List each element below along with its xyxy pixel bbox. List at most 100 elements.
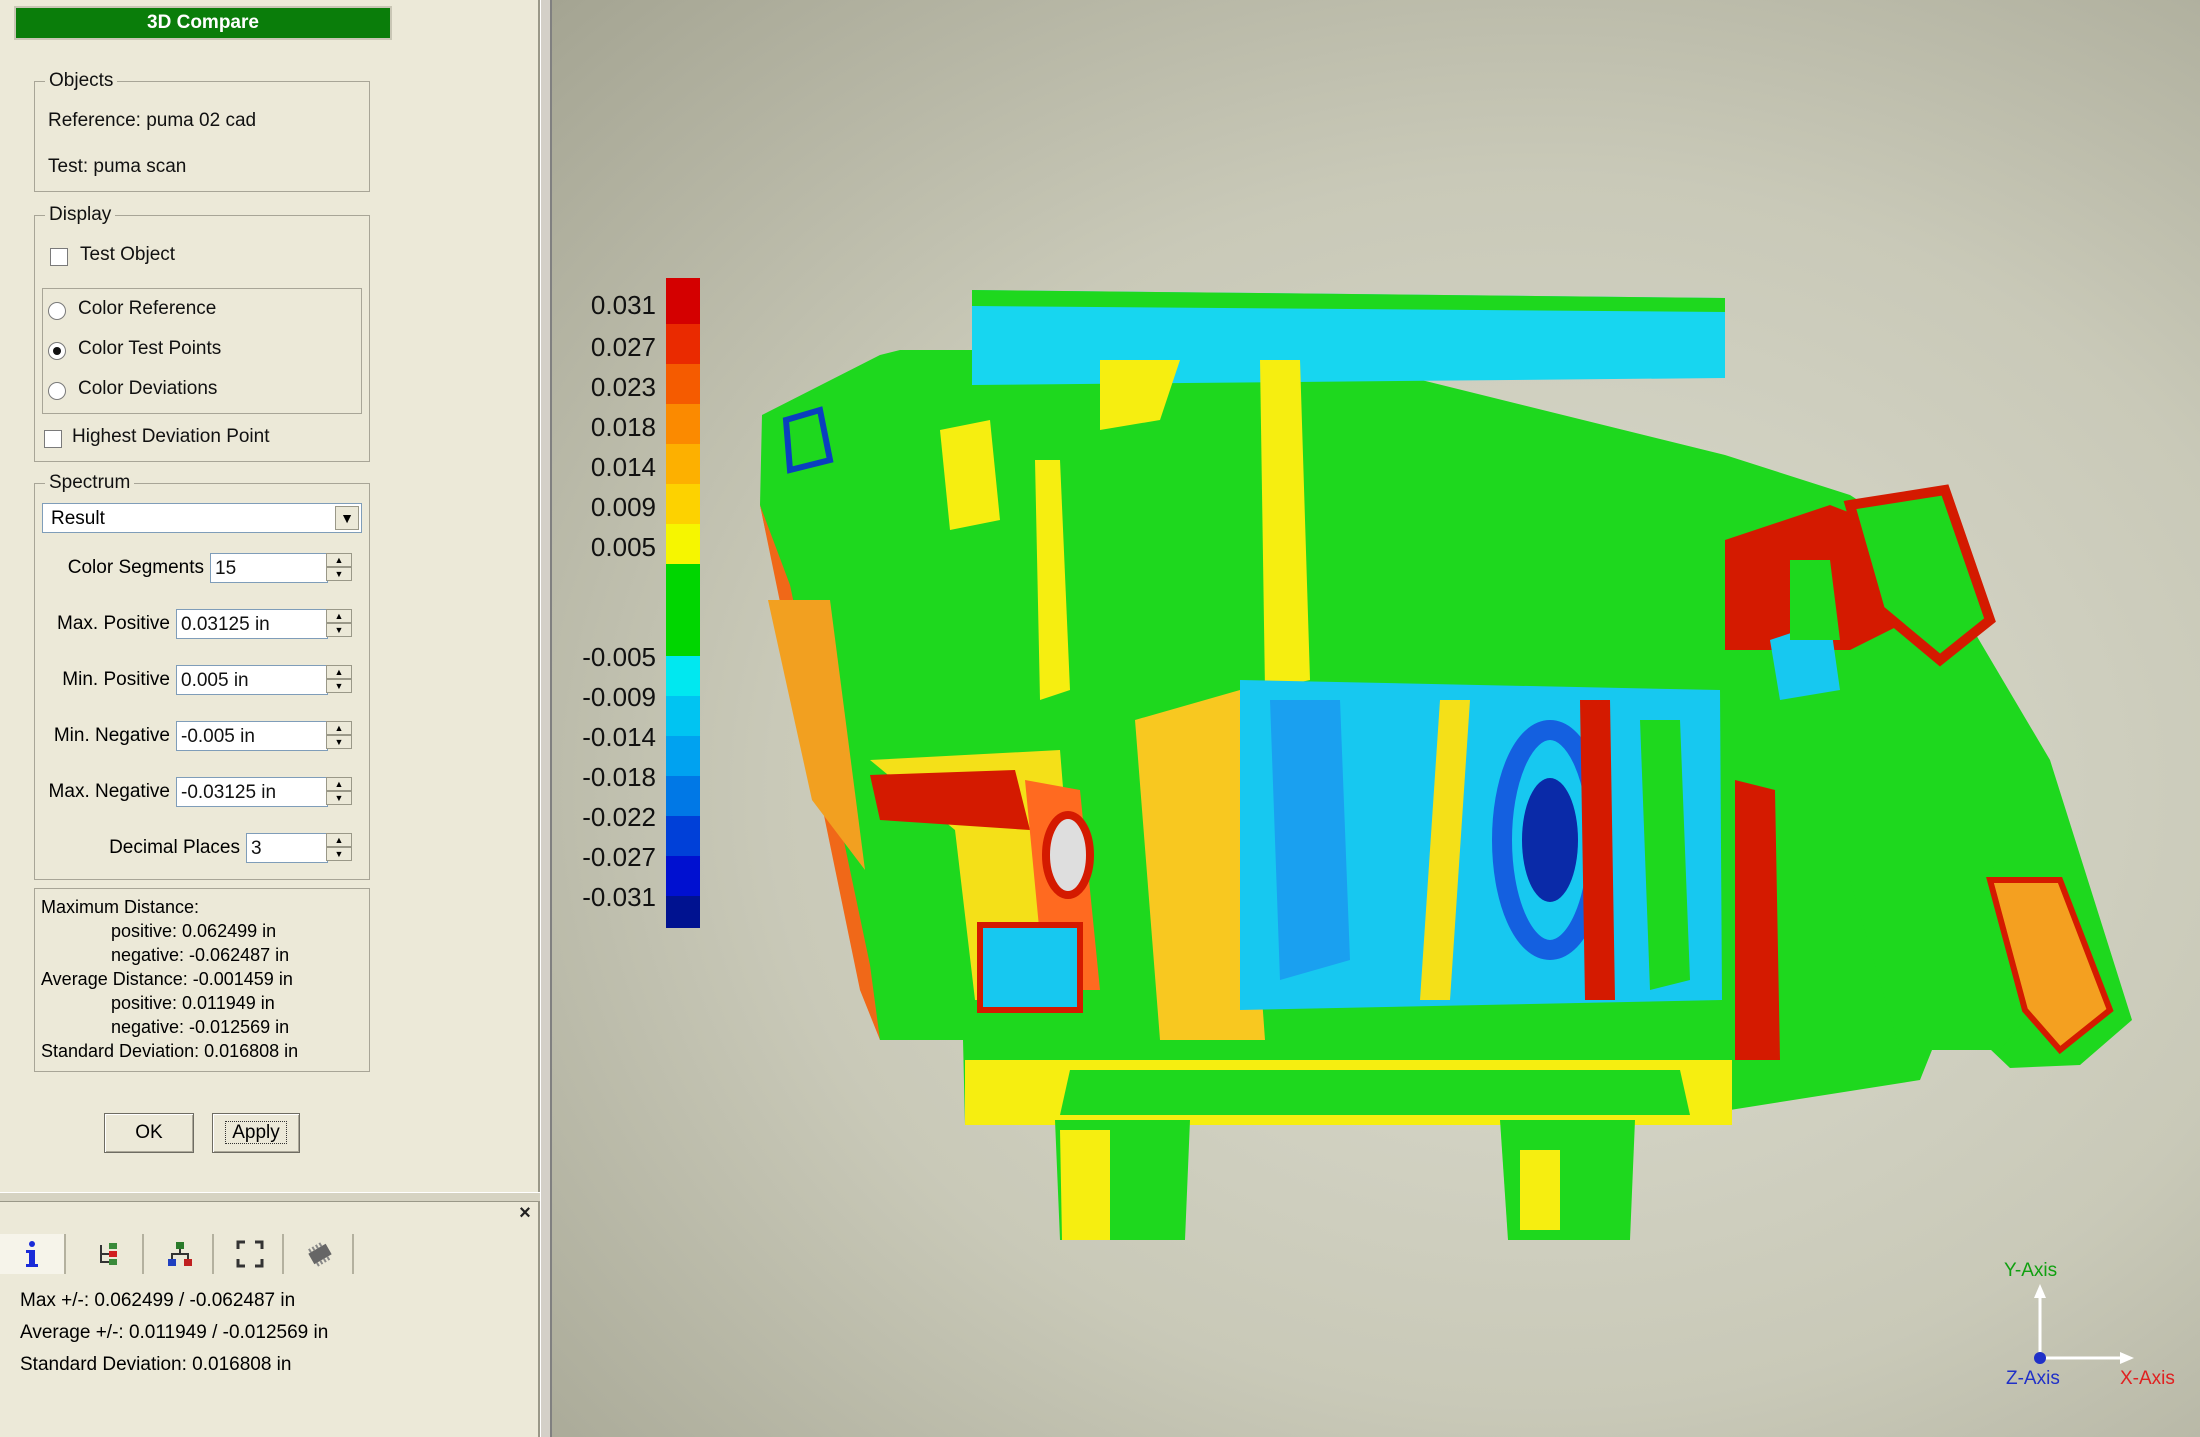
max-positive-row: Max. Positive 0.03125 in ▲ ▼ <box>0 609 360 639</box>
color-reference-label: Color Reference <box>78 298 217 319</box>
color-scale-segment <box>666 364 700 404</box>
tree-icon <box>100 1243 117 1265</box>
color-scale-segment <box>666 564 700 656</box>
stat-average-distance: Average Distance: -0.001459 in <box>41 969 293 989</box>
stat-std-deviation: Standard Deviation: 0.016808 in <box>41 1041 299 1061</box>
decimal-places-input[interactable]: 3 <box>246 833 328 863</box>
color-scale-segment <box>666 856 700 896</box>
max-positive-spinner[interactable]: ▲ ▼ <box>326 609 354 639</box>
tab-fullscreen[interactable] <box>218 1234 284 1274</box>
color-scale-bar <box>666 278 700 928</box>
spectrum-select-value: Result <box>51 508 105 529</box>
test-object-label: Test Object <box>80 244 176 265</box>
color-segments-spinner[interactable]: ▲ ▼ <box>326 553 354 583</box>
min-positive-input[interactable]: 0.005 in <box>176 665 328 695</box>
color-scale-label: 0.031 <box>590 289 656 320</box>
tab-tree[interactable] <box>78 1234 144 1274</box>
tab-hardware[interactable] <box>288 1234 354 1274</box>
stat-avg-positive: positive: 0.011949 in <box>111 993 275 1013</box>
color-scale-label: -0.014 <box>582 722 656 752</box>
min-positive-row: Min. Positive 0.005 in ▲ ▼ <box>0 665 360 695</box>
deviation-stats: Maximum Distance: positive: 0.062499 in … <box>34 888 370 1072</box>
chip-icon <box>308 1242 332 1267</box>
objects-legend: Objects <box>49 70 114 91</box>
max-positive-label: Max. Positive <box>57 613 170 634</box>
color-scale-label: -0.031 <box>582 881 656 912</box>
color-scale-label: 0.005 <box>590 532 656 562</box>
3d-viewport[interactable]: Y-Axis Z-Axis X-Axis 0.031 0.027 0.023 0.01… <box>552 0 2200 1437</box>
color-scale-segment <box>666 278 700 324</box>
tab-info[interactable] <box>0 1234 66 1274</box>
min-negative-label: Min. Negative <box>53 725 170 746</box>
stat-max-negative: negative: -0.062487 in <box>111 945 290 965</box>
spectrum-legend: Spectrum <box>49 472 131 493</box>
min-positive-label: Min. Positive <box>62 669 170 690</box>
color-scale-segment <box>666 656 700 696</box>
close-icon[interactable]: × <box>514 1202 536 1224</box>
color-scale-segment <box>666 524 700 564</box>
color-scale-segment <box>666 816 700 856</box>
x-axis-label: X-Axis <box>2120 1368 2175 1389</box>
bottom-tab-bar <box>0 1234 540 1274</box>
decimal-places-spinner[interactable]: ▲ ▼ <box>326 833 354 863</box>
min-negative-row: Min. Negative -0.005 in ▲ ▼ <box>0 721 360 751</box>
color-segments-label: Color Segments <box>67 557 204 578</box>
color-scale-label: 0.018 <box>590 412 656 442</box>
decimal-places-label: Decimal Places <box>109 837 240 858</box>
ok-button-label: OK <box>135 1122 163 1143</box>
max-negative-row: Max. Negative -0.03125 in ▲ ▼ <box>0 777 360 807</box>
max-negative-input[interactable]: -0.03125 in <box>176 777 328 807</box>
color-scale-label: -0.009 <box>582 682 656 712</box>
ok-button[interactable]: OK <box>104 1113 194 1153</box>
spectrum-select[interactable]: Result ▼ <box>42 503 362 533</box>
compare-dialog: 3D Compare Objects Reference: puma 02 ca… <box>0 0 540 1437</box>
color-scale-label: -0.022 <box>582 802 656 832</box>
color-scale-label: -0.005 <box>582 642 656 672</box>
hierarchy-icon <box>168 1242 192 1266</box>
highest-deviation-checkbox[interactable] <box>44 430 62 448</box>
color-scale-label: -0.018 <box>582 762 656 792</box>
fullscreen-icon <box>236 1240 264 1268</box>
color-test-points-label: Color Test Points <box>78 338 222 359</box>
color-scale-label: 0.027 <box>590 332 656 362</box>
stat-max-positive: positive: 0.062499 in <box>111 921 277 941</box>
dropdown-arrow-icon[interactable]: ▼ <box>335 506 359 530</box>
test-label: Test: puma scan <box>48 156 187 177</box>
min-negative-spinner[interactable]: ▲ ▼ <box>326 721 354 751</box>
color-scale-segment <box>666 444 700 484</box>
axis-triad: Y-Axis Z-Axis X-Axis <box>2004 1260 2175 1389</box>
info-icon <box>26 1241 38 1267</box>
max-positive-input[interactable]: 0.03125 in <box>176 609 328 639</box>
color-scale-label: 0.014 <box>590 452 656 482</box>
z-axis-label: Z-Axis <box>2006 1368 2060 1389</box>
viewport-divider[interactable] <box>540 0 552 1437</box>
y-axis-label: Y-Axis <box>2004 1260 2057 1281</box>
info-stddev-line: Standard Deviation: 0.016808 in <box>20 1354 292 1375</box>
apply-button[interactable]: Apply <box>212 1113 300 1153</box>
test-object-checkbox[interactable] <box>50 248 68 266</box>
color-deviations-radio[interactable] <box>48 382 66 400</box>
stat-avg-negative: negative: -0.012569 in <box>111 1017 290 1037</box>
reference-label: Reference: puma 02 cad <box>48 110 257 131</box>
color-test-points-radio[interactable] <box>48 342 66 360</box>
panel-splitter[interactable] <box>0 1192 540 1202</box>
decimal-places-row: Decimal Places 3 ▲ ▼ <box>0 833 360 863</box>
min-positive-spinner[interactable]: ▲ ▼ <box>326 665 354 695</box>
apply-button-label: Apply <box>225 1121 287 1144</box>
color-segments-input[interactable]: 15 <box>210 553 328 583</box>
min-negative-input[interactable]: -0.005 in <box>176 721 328 751</box>
tab-hierarchy[interactable] <box>148 1234 214 1274</box>
color-scale-segment <box>666 484 700 524</box>
color-scale-label: -0.027 <box>582 842 656 872</box>
deviation-colormap-model[interactable] <box>552 0 2200 1437</box>
max-negative-spinner[interactable]: ▲ ▼ <box>326 777 354 807</box>
info-average-line: Average +/-: 0.011949 / -0.012569 in <box>20 1322 329 1343</box>
color-scale-segment <box>666 896 700 928</box>
dialog-title: 3D Compare <box>14 6 392 40</box>
color-reference-radio[interactable] <box>48 302 66 320</box>
color-scale-segment <box>666 736 700 776</box>
color-scale-label: 0.009 <box>590 492 656 522</box>
color-scale-segment <box>666 696 700 736</box>
color-deviations-label: Color Deviations <box>78 378 218 399</box>
info-max-line: Max +/-: 0.062499 / -0.062487 in <box>20 1290 296 1311</box>
